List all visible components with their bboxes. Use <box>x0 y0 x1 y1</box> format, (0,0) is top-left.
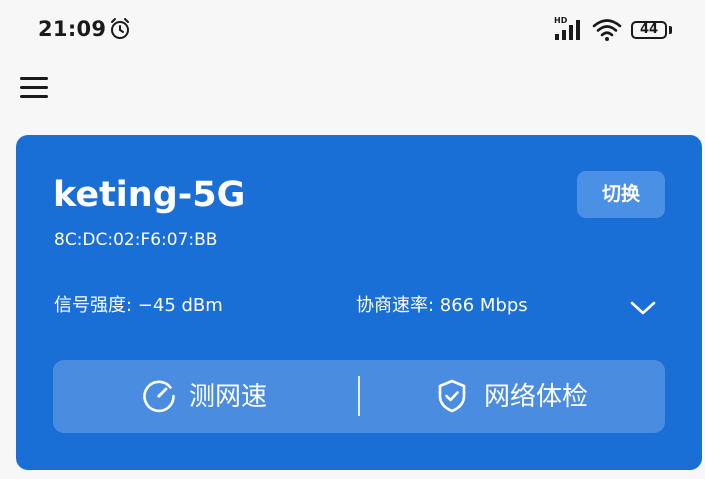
battery-level: 44 <box>639 22 659 37</box>
shield-check-icon <box>438 379 466 413</box>
wifi-icon <box>592 19 622 41</box>
signal-icon: HD <box>554 16 580 40</box>
menu-icon[interactable] <box>18 73 50 103</box>
status-bar: 21:09 HD 44 <box>0 0 705 62</box>
link-rate-text: 协商速率: 866 Mbps <box>356 295 528 316</box>
network-check-label: 网络体检 <box>484 382 589 412</box>
status-time: 21:09 <box>38 17 107 41</box>
signal-strength-text: 信号强度: −45 dBm <box>54 295 223 316</box>
speedometer-icon <box>143 380 175 413</box>
switch-network-button[interactable]: 切换 <box>577 171 665 218</box>
battery-tip <box>669 26 672 34</box>
chevron-down-icon[interactable] <box>629 297 657 319</box>
action-divider <box>358 376 360 416</box>
network-type-label: HD <box>554 16 568 25</box>
wifi-mac-address: 8C:DC:02:F6:07:BB <box>54 230 218 250</box>
wifi-ssid: keting-5G <box>53 175 246 215</box>
speed-test-label: 测网速 <box>189 382 268 412</box>
alarm-icon <box>111 18 129 39</box>
